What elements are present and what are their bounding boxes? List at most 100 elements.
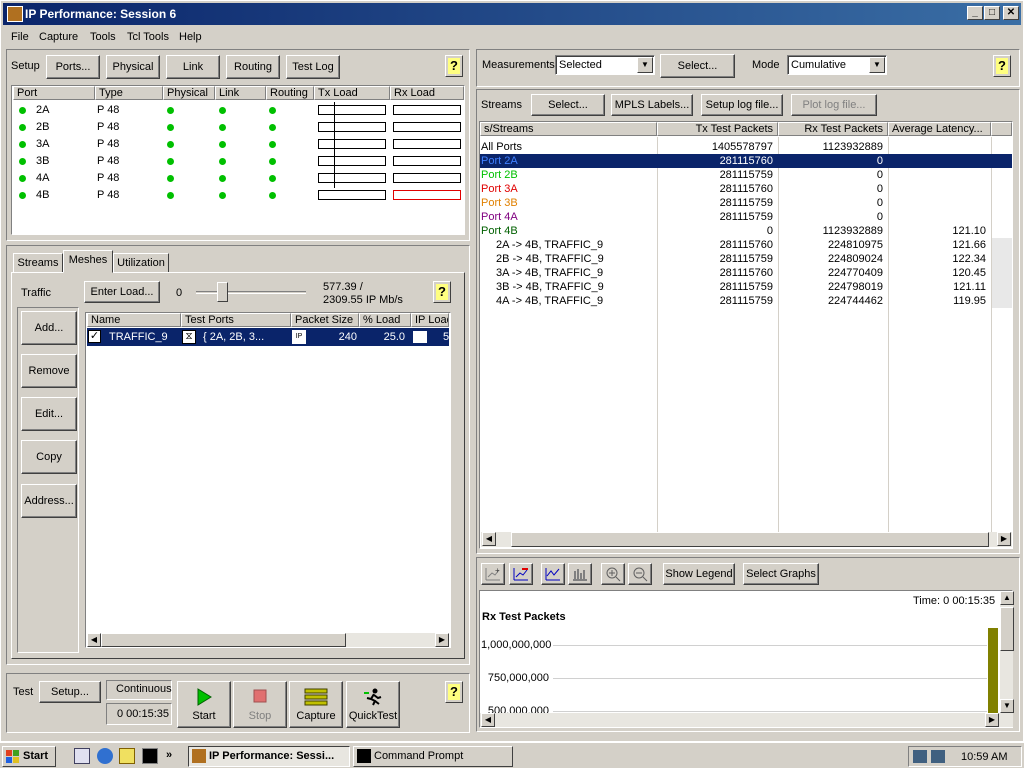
bar-chart-icon[interactable] <box>568 563 592 585</box>
setup-log-file-button[interactable]: Setup log file... <box>701 94 783 116</box>
capture-button[interactable]: Capture <box>289 681 343 728</box>
col-rx-load[interactable]: Rx Load <box>390 86 464 100</box>
stats-row[interactable]: 3A -> 4B, TRAFFIC_9 281115760 224770409 … <box>480 266 1012 280</box>
col-tx-load[interactable]: Tx Load <box>314 86 390 100</box>
col-streams[interactable]: s/Streams <box>480 122 657 136</box>
zoom-out-icon[interactable] <box>628 563 652 585</box>
start-button[interactable]: Start <box>177 681 231 728</box>
close-button[interactable]: ✕ <box>1003 6 1019 20</box>
col-ip-load[interactable]: IP Load <box>411 313 449 327</box>
col-pct-load[interactable]: % Load <box>359 313 411 327</box>
mpls-labels-button[interactable]: MPLS Labels... <box>611 94 693 116</box>
copy-button[interactable]: Copy <box>21 440 77 474</box>
show-legend-button[interactable]: Show Legend <box>663 563 735 585</box>
stats-row[interactable]: 2A -> 4B, TRAFFIC_9 281115760 224810975 … <box>480 238 1012 252</box>
col-physical[interactable]: Physical <box>163 86 215 100</box>
select-graphs-button[interactable]: Select Graphs <box>743 563 819 585</box>
scroll-left-icon[interactable]: ◀ <box>481 713 495 727</box>
show-desktop-icon[interactable] <box>74 748 90 764</box>
port-row[interactable]: 3B P 48 <box>13 153 463 169</box>
scroll-left-icon[interactable]: ◀ <box>482 532 496 546</box>
col-packet-size[interactable]: Packet Size <box>291 313 359 327</box>
ports-button[interactable]: Ports... <box>46 55 100 79</box>
taskbar-app-ip-performance[interactable]: IP Performance: Sessi... <box>188 746 350 767</box>
enter-load-button[interactable]: Enter Load... <box>84 281 160 303</box>
mesh-checkbox[interactable]: ✓ <box>88 330 101 343</box>
tab-meshes[interactable]: Meshes <box>63 250 113 273</box>
menu-help[interactable]: Help <box>179 31 202 43</box>
stats-row[interactable]: Port 3B 281115759 0 <box>480 196 1012 210</box>
test-setup-button[interactable]: Setup... <box>39 681 101 703</box>
col-type[interactable]: Type <box>95 86 163 100</box>
tab-streams[interactable]: Streams <box>13 253 63 273</box>
network-icon[interactable] <box>913 750 927 763</box>
stats-row[interactable]: Port 3A 281115760 0 <box>480 182 1012 196</box>
stats-row[interactable]: 4A -> 4B, TRAFFIC_9 281115759 224744462 … <box>480 294 1012 308</box>
stats-row[interactable]: All Ports 1405578797 1123932889 <box>480 140 1012 154</box>
stats-row[interactable]: 2B -> 4B, TRAFFIC_9 281115759 224809024 … <box>480 252 1012 266</box>
col-rx-test-packets[interactable]: Rx Test Packets <box>778 122 888 136</box>
stats-row[interactable]: Port 4B 0 1123932889 121.10 <box>480 224 1012 238</box>
routing-button[interactable]: Routing <box>226 55 280 79</box>
physical-button[interactable]: Physical <box>106 55 160 79</box>
start-menu-button[interactable]: Start <box>2 746 56 767</box>
zoom-in-icon[interactable] <box>601 563 625 585</box>
load-slider-thumb[interactable] <box>216 282 228 302</box>
port-row[interactable]: 4A P 48 <box>13 170 463 186</box>
add-graph-icon[interactable]: + <box>481 563 505 585</box>
stats-row[interactable]: 3B -> 4B, TRAFFIC_9 281115759 224798019 … <box>480 280 1012 294</box>
scroll-down-icon[interactable]: ▼ <box>1000 699 1014 713</box>
explorer-icon[interactable] <box>119 748 135 764</box>
load-slider-track[interactable] <box>196 291 306 294</box>
mode-select[interactable]: Cumulative ▼ <box>787 55 887 75</box>
scroll-right-icon[interactable]: ▶ <box>435 633 449 647</box>
maximize-button[interactable]: □ <box>984 6 1000 20</box>
test-log-button[interactable]: Test Log <box>286 55 340 79</box>
graph-hscroll[interactable] <box>480 713 1013 727</box>
col-tx-test-packets[interactable]: Tx Test Packets <box>657 122 778 136</box>
chevron-right-icon[interactable]: » <box>166 749 172 761</box>
col-port[interactable]: Port <box>13 86 95 100</box>
stats-hscroll-thumb[interactable] <box>511 532 989 547</box>
measurements-select-button[interactable]: Select... <box>660 54 735 78</box>
scroll-up-icon[interactable]: ▲ <box>1000 591 1014 605</box>
taskbar-app-command-prompt[interactable]: Command Prompt <box>353 746 513 767</box>
address-button[interactable]: Address... <box>21 484 77 518</box>
port-row[interactable]: 3A P 48 <box>13 136 463 152</box>
plot-log-file-button[interactable]: Plot log file... <box>791 94 877 116</box>
measurements-select[interactable]: Selected ▼ <box>555 55 655 75</box>
command-prompt-icon[interactable] <box>142 748 158 764</box>
port-row[interactable]: 2A P 48 <box>13 102 463 118</box>
graph-vscroll-thumb[interactable] <box>1000 607 1014 651</box>
scroll-left-icon[interactable]: ◀ <box>87 633 101 647</box>
col-link[interactable]: Link <box>215 86 266 100</box>
mesh-row[interactable]: ✓ TRAFFIC_9 ⧖ { 2A, 2B, 3... IP 240 25.0… <box>87 328 449 346</box>
stats-row[interactable]: Port 4A 281115759 0 <box>480 210 1012 224</box>
link-button[interactable]: Link <box>166 55 220 79</box>
scroll-right-icon[interactable]: ▶ <box>997 532 1011 546</box>
network-icon[interactable] <box>931 750 945 763</box>
quicktest-button[interactable]: QuickTest <box>346 681 400 728</box>
remove-graph-icon[interactable] <box>509 563 533 585</box>
menu-tools[interactable]: Tools <box>90 31 116 43</box>
setup-help-icon[interactable]: ? <box>445 55 463 77</box>
edit-button[interactable]: Edit... <box>21 397 77 431</box>
stats-row[interactable]: Port 2A 281115760 0 <box>480 154 1012 168</box>
col-name[interactable]: Name <box>87 313 181 327</box>
stats-row[interactable]: Port 2B 281115759 0 <box>480 168 1012 182</box>
add-button[interactable]: Add... <box>21 311 77 345</box>
col-avg-latency[interactable]: Average Latency... <box>888 122 991 136</box>
tab-utilization[interactable]: Utilization <box>113 253 169 273</box>
streams-select-button[interactable]: Select... <box>531 94 605 116</box>
menu-file[interactable]: File <box>11 31 29 43</box>
port-row[interactable]: 2B P 48 <box>13 119 463 135</box>
internet-explorer-icon[interactable] <box>97 748 113 764</box>
menu-tcl-tools[interactable]: Tcl Tools <box>127 31 169 43</box>
mesh-hscroll-thumb[interactable] <box>101 633 346 647</box>
menu-capture[interactable]: Capture <box>39 31 78 43</box>
remove-button[interactable]: Remove <box>21 354 77 388</box>
traffic-help-icon[interactable]: ? <box>433 281 451 303</box>
scroll-right-icon[interactable]: ▶ <box>985 713 999 727</box>
port-row[interactable]: 4B P 48 <box>13 187 463 203</box>
stop-button[interactable]: Stop <box>233 681 287 728</box>
